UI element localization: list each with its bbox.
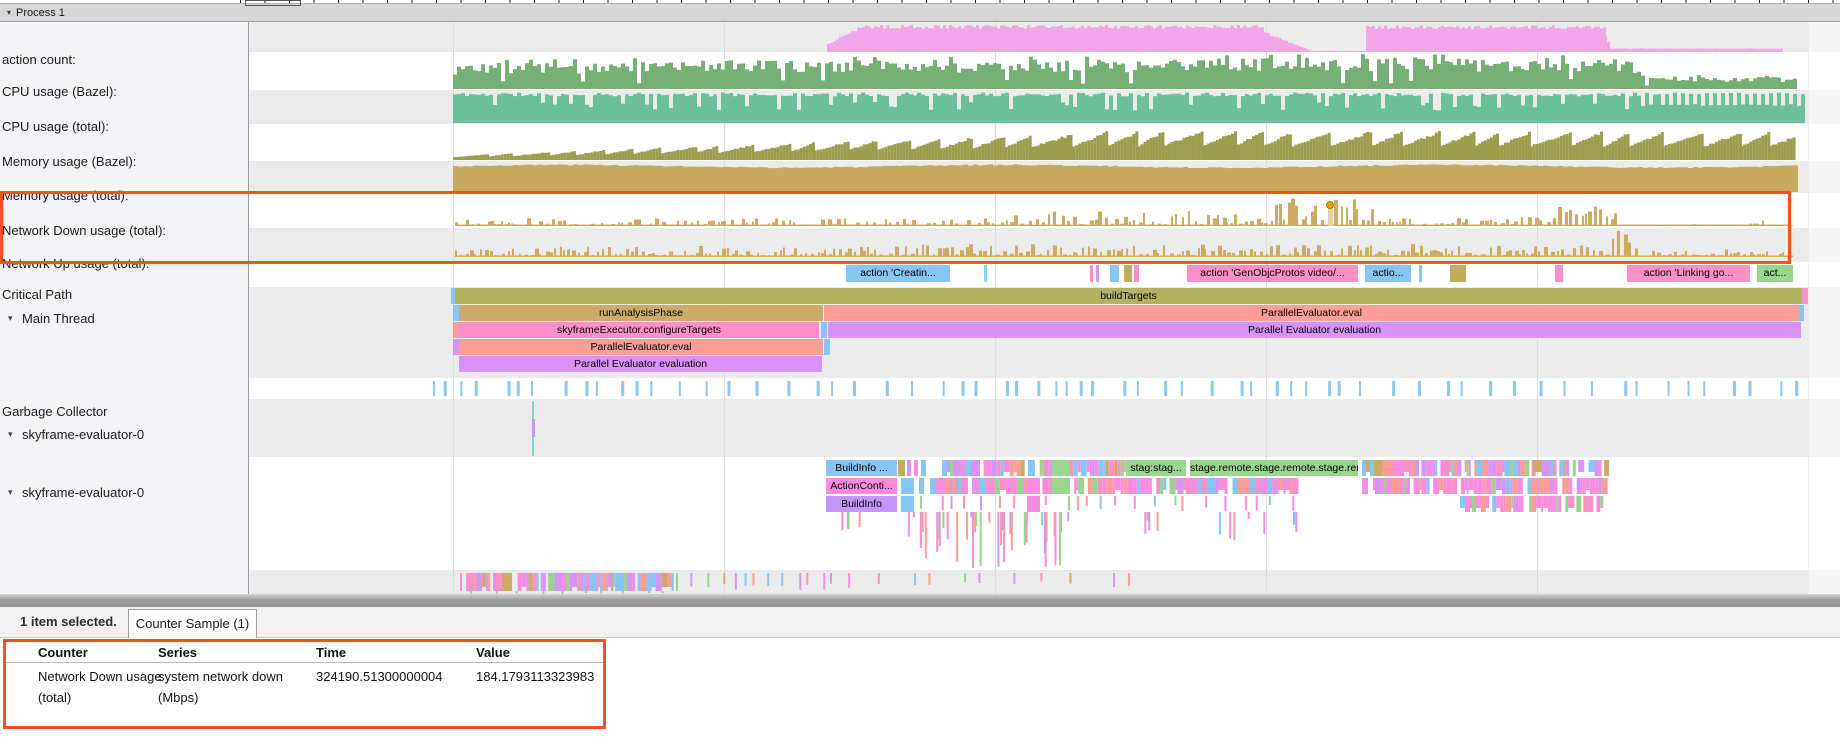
sidebar-track-network-down-usage-total[interactable]: Network Down usage (total): [0, 220, 249, 240]
sidebar-track-memory-usage-bazel[interactable]: Memory usage (Bazel): [0, 151, 249, 171]
timeline-slice-tick[interactable] [1555, 265, 1563, 282]
table-header-series[interactable]: Series [158, 645, 197, 660]
track-label: CPU usage (total): [2, 119, 109, 134]
timeline-slice-tick[interactable] [901, 496, 914, 512]
sidebar-track-network-up-usage-total[interactable]: Network Up usage (total): [0, 253, 249, 273]
timeline-slice-tick[interactable] [1052, 460, 1070, 476]
selection-status: 1 item selected. [20, 607, 117, 637]
table-header-time[interactable]: Time [316, 645, 346, 660]
track-labels-sidebar: action count: CPU usage (Bazel): CPU usage… [0, 22, 249, 594]
timeline-slice[interactable]: ParallelEvaluator.eval [459, 339, 823, 355]
timeline-slice[interactable]: Parallel Evaluator evaluation [828, 322, 1801, 338]
timeline-slice-tick[interactable] [1799, 305, 1804, 321]
timeline-slice-tick[interactable] [898, 460, 905, 476]
timeline-slice-tick[interactable] [1110, 265, 1119, 282]
track-label: Main Thread [22, 311, 95, 326]
timeline-slice-tick[interactable] [1052, 478, 1070, 494]
track-label: Memory usage (Bazel): [2, 154, 136, 169]
track-row-background [249, 570, 1840, 594]
timeline-slice[interactable]: BuildInfo [826, 496, 897, 512]
timeline-slice-tick[interactable] [907, 460, 911, 476]
timeline-slice[interactable]: action 'Creatin... [846, 265, 950, 282]
timeline-slice[interactable]: Parallel Evaluator evaluation [459, 356, 822, 372]
timeline-slice[interactable]: stag:stag... [1126, 460, 1186, 476]
cell-value: 184.1793113323983 [476, 669, 594, 684]
table-header-counter[interactable]: Counter [38, 645, 88, 660]
sidebar-track-memory-usage-total[interactable]: Memory usage (total): [0, 185, 249, 205]
timeline-slice[interactable]: buildTargets [455, 288, 1802, 304]
track-label: Critical Path [2, 287, 72, 302]
timeline-slice-tick[interactable] [1124, 265, 1132, 282]
timeline-slice-tick[interactable] [984, 265, 987, 282]
timeline-slice-tick[interactable] [1027, 478, 1040, 494]
track-label: Network Down usage (total): [2, 223, 166, 238]
timeline-slice-tick[interactable] [919, 478, 924, 494]
timeline-ruler[interactable] [245, 0, 301, 6]
timeline-slice[interactable]: runAnalysisPhase [459, 305, 823, 321]
sidebar-track-main-thread[interactable]: ▾Main Thread [0, 308, 247, 328]
timeline-slice[interactable]: skyframeExecutor.configureTargets [459, 322, 819, 338]
analysis-panel: Counter Series Time Value Network Down u… [0, 638, 1840, 742]
cell-counter-line1: Network Down usage [38, 669, 162, 684]
timeline-slice-tick[interactable] [921, 460, 926, 476]
timeline-slice-tick[interactable] [1419, 265, 1422, 282]
timeline-slice-tick[interactable] [1096, 265, 1099, 282]
sidebar-track-action-count[interactable]: action count: [0, 49, 249, 69]
cell-counter-line2: (total) [38, 690, 71, 705]
track-label: skyframe-evaluator-0 [22, 427, 144, 442]
track-label: action count: [2, 52, 76, 67]
sidebar-track-skyframe-evaluator-0[interactable]: ▾skyframe-evaluator-0 [0, 482, 247, 502]
timeline-slice-tick[interactable] [1090, 265, 1093, 282]
track-row-background [249, 228, 1840, 262]
track-label: CPU usage (Bazel): [2, 84, 117, 99]
timeline-slice[interactable]: act... [1757, 265, 1793, 282]
timeline-slice[interactable]: action 'Linking go... [1627, 265, 1750, 282]
timeline-slice-tick[interactable] [914, 460, 918, 476]
tab-counter-sample[interactable]: Counter Sample (1) [128, 609, 257, 638]
timeline-slice[interactable]: stage.remote.stage.remote.stage.remot... [1190, 460, 1358, 476]
timeline-slice[interactable]: action 'GenObjcProtos video/... [1187, 265, 1358, 282]
collapse-arrow-icon[interactable]: ▾ [0, 429, 22, 440]
timeline-slice[interactable]: BuildInfo ... [826, 460, 897, 476]
timeline-slice[interactable]: ActionConti... [826, 478, 897, 494]
table-header-divider [6, 662, 603, 663]
analysis-tab-bar: 1 item selected. Counter Sample (1) [0, 607, 1840, 638]
collapse-arrow-icon[interactable]: ▾ [0, 313, 22, 324]
selected-sample-marker[interactable] [1327, 202, 1334, 209]
track-row-background [249, 22, 1840, 52]
timeline-slice[interactable]: actio... [1365, 265, 1411, 282]
process-title: Process 1 [16, 7, 65, 19]
track-label: skyframe-evaluator-0 [22, 485, 144, 500]
sidebar-track-garbage-collector[interactable]: Garbage Collector [0, 401, 249, 421]
track-label: Garbage Collector [2, 404, 108, 419]
table-header-value[interactable]: Value [476, 645, 510, 660]
cell-series-line1: system network down [158, 669, 283, 684]
timeline-slice-tick[interactable] [1134, 265, 1139, 282]
track-label: Network Up usage (total): [2, 256, 149, 271]
timeline-slice-tick[interactable] [1450, 265, 1466, 282]
timeline-slice-tick[interactable] [821, 322, 827, 338]
track-label: Memory usage (total): [2, 188, 128, 203]
sidebar-track-critical-path[interactable]: Critical Path [0, 284, 249, 304]
sidebar-track-skyframe-evaluator-0[interactable]: ▾skyframe-evaluator-0 [0, 424, 247, 444]
sidebar-track-cpu-usage-total[interactable]: CPU usage (total): [0, 116, 249, 136]
track-row-background [249, 90, 1840, 124]
track-row-background [249, 399, 1840, 457]
collapse-arrow-icon[interactable]: ▾ [7, 8, 11, 17]
timeline-slice-tick[interactable] [824, 339, 830, 355]
timeline-slice[interactable]: ParallelEvaluator.eval [824, 305, 1799, 321]
cell-time: 324190.51300000004 [316, 669, 443, 684]
sidebar-track-cpu-usage-bazel[interactable]: CPU usage (Bazel): [0, 81, 249, 101]
track-row-background [249, 161, 1840, 193]
cell-series-line2: (Mbps) [158, 690, 198, 705]
collapse-arrow-icon[interactable]: ▾ [0, 487, 22, 498]
timeline-slice-tick[interactable] [1027, 496, 1040, 512]
timeline-end-fade [1808, 22, 1840, 594]
panel-splitter[interactable] [0, 594, 1840, 607]
trace-viewer: ▾ Process 1 action count: CPU usage (Baze… [0, 0, 1840, 742]
timeline-slice-tick[interactable] [901, 478, 914, 494]
